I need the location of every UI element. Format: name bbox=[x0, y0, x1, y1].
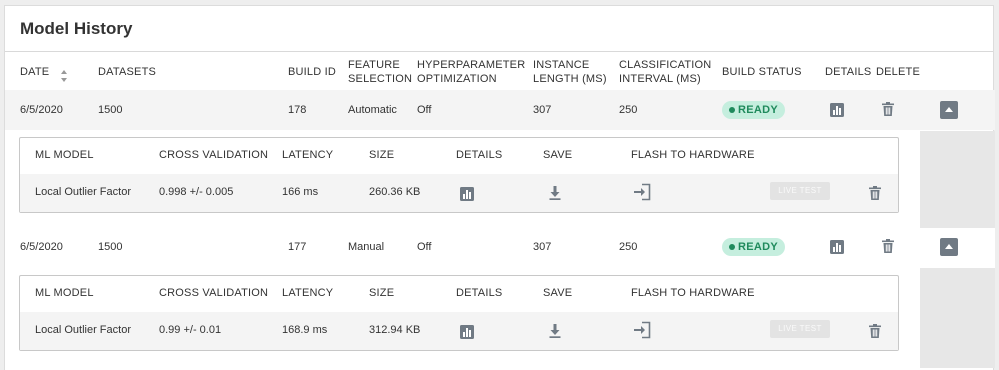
sub-header-save: SAVE bbox=[543, 149, 573, 161]
row-classification-interval: 250 bbox=[619, 241, 638, 253]
sub-header-latency: LATENCY bbox=[282, 149, 334, 161]
model-size: 260.36 KB bbox=[369, 186, 421, 198]
header-datasets: DATASETS bbox=[98, 66, 157, 78]
header-hyperparameter-optimization: HYPERPARAMETER OPTIMIZATION bbox=[417, 59, 526, 85]
sub-header-save: SAVE bbox=[543, 287, 573, 299]
row-hyperparameter: Off bbox=[417, 104, 432, 116]
trash-icon[interactable] bbox=[868, 324, 882, 338]
status-badge: READY bbox=[722, 101, 785, 119]
sub-header-flash: FLASH TO HARDWARE bbox=[631, 149, 755, 161]
sub-header-details: DETAILS bbox=[456, 287, 503, 299]
live-test-button[interactable]: LIVE TEST bbox=[770, 182, 830, 200]
flash-to-hardware-icon[interactable] bbox=[633, 321, 651, 339]
row-date: 6/5/2020 bbox=[20, 241, 63, 253]
bar-chart-icon[interactable] bbox=[460, 325, 474, 339]
sub-header-latency: LATENCY bbox=[282, 287, 334, 299]
model-history-panel: Model History DATE DATASETS BUILD ID FEA… bbox=[4, 5, 995, 370]
sub-header-cross-validation: CROSS VALIDATION bbox=[159, 287, 269, 299]
expanded-row-strip bbox=[920, 268, 995, 368]
sub-header-ml-model: ML MODEL bbox=[35, 287, 94, 299]
sub-header-size: SIZE bbox=[369, 149, 395, 161]
header-details: DETAILS bbox=[825, 66, 872, 78]
bar-chart-icon[interactable] bbox=[460, 187, 474, 201]
trash-icon[interactable] bbox=[868, 186, 882, 200]
sub-header-ml-model: ML MODEL bbox=[35, 149, 94, 161]
table-row[interactable] bbox=[5, 228, 995, 268]
trash-icon[interactable] bbox=[881, 239, 895, 253]
sub-header-details: DETAILS bbox=[456, 149, 503, 161]
model-name: Local Outlier Factor bbox=[35, 186, 131, 198]
model-latency: 166 ms bbox=[282, 186, 319, 198]
flash-to-hardware-icon[interactable] bbox=[633, 183, 651, 201]
bar-chart-icon[interactable] bbox=[830, 103, 844, 117]
header-delete: DELETE bbox=[876, 66, 920, 78]
model-cross-validation: 0.998 +/- 0.005 bbox=[159, 186, 234, 198]
row-feature-selection: Manual bbox=[348, 241, 385, 253]
header-build-id: BUILD ID bbox=[288, 66, 337, 78]
header-feature-selection: FEATURE SELECTION bbox=[348, 59, 413, 85]
collapse-arrow-icon[interactable] bbox=[940, 101, 958, 119]
model-size: 312.94 KB bbox=[369, 324, 421, 336]
row-build-id: 178 bbox=[288, 104, 307, 116]
model-cross-validation: 0.99 +/- 0.01 bbox=[159, 324, 222, 336]
expanded-row-strip bbox=[920, 131, 995, 228]
bar-chart-icon[interactable] bbox=[830, 240, 844, 254]
sub-header-flash: FLASH TO HARDWARE bbox=[631, 287, 755, 299]
sub-header-size: SIZE bbox=[369, 287, 395, 299]
sub-header-cross-validation: CROSS VALIDATION bbox=[159, 149, 269, 161]
row-hyperparameter: Off bbox=[417, 241, 432, 253]
row-instance-length: 307 bbox=[533, 241, 552, 253]
model-subtable: ML MODEL CROSS VALIDATION LATENCY SIZE D… bbox=[19, 275, 899, 351]
status-badge: READY bbox=[722, 238, 785, 256]
header-instance-length: INSTANCE LENGTH (MS) bbox=[533, 59, 607, 85]
title-divider bbox=[5, 51, 993, 52]
trash-icon[interactable] bbox=[881, 102, 895, 116]
header-classification-interval: CLASSIFICATION INTERVAL (MS) bbox=[619, 59, 712, 85]
row-classification-interval: 250 bbox=[619, 104, 638, 116]
list-item[interactable] bbox=[20, 312, 898, 350]
header-build-status: BUILD STATUS bbox=[722, 66, 802, 78]
sort-icon[interactable] bbox=[60, 70, 68, 82]
header-date[interactable]: DATE bbox=[20, 65, 49, 79]
download-icon[interactable] bbox=[548, 186, 562, 200]
model-latency: 168.9 ms bbox=[282, 324, 328, 336]
row-date: 6/5/2020 bbox=[20, 104, 63, 116]
row-datasets: 1500 bbox=[98, 241, 123, 253]
live-test-button[interactable]: LIVE TEST bbox=[770, 320, 830, 338]
model-name: Local Outlier Factor bbox=[35, 324, 131, 336]
row-instance-length: 307 bbox=[533, 104, 552, 116]
model-subtable: ML MODEL CROSS VALIDATION LATENCY SIZE D… bbox=[19, 137, 899, 213]
collapse-arrow-icon[interactable] bbox=[940, 238, 958, 256]
row-datasets: 1500 bbox=[98, 104, 123, 116]
download-icon[interactable] bbox=[548, 324, 562, 338]
table-row[interactable] bbox=[5, 90, 995, 130]
row-feature-selection: Automatic bbox=[348, 104, 397, 116]
panel-title: Model History bbox=[20, 19, 133, 38]
list-item[interactable] bbox=[20, 174, 898, 212]
row-build-id: 177 bbox=[288, 241, 307, 253]
